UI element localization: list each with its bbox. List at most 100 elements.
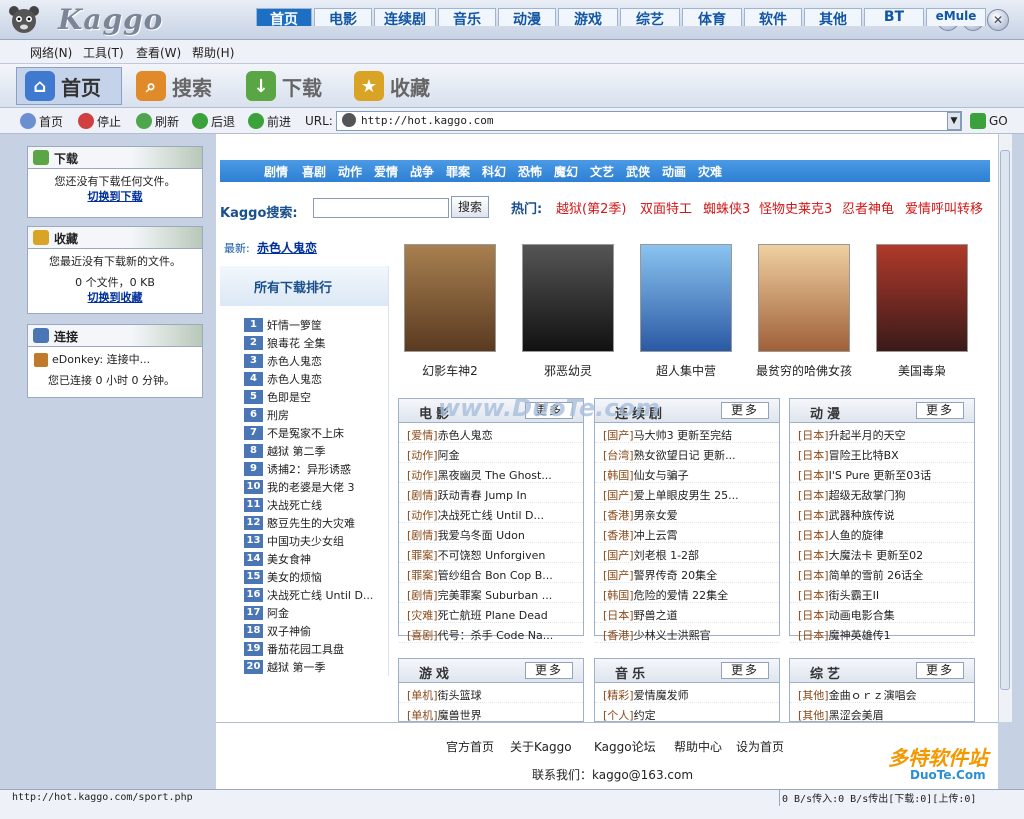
ranking-item[interactable]: 12 憨豆先生的大灾难 [244, 515, 355, 531]
list-item[interactable]: [其他]黑涩会美眉 [790, 703, 974, 721]
cat-tab-home[interactable]: 首页 [256, 8, 312, 28]
cat-tab-series[interactable]: 连续剧 [374, 8, 436, 28]
ranking-item[interactable]: 19 番茄花园工具盘 [244, 641, 344, 657]
subcat-scifi[interactable]: 科幻 [482, 163, 506, 180]
switch-to-download-link[interactable]: 切换到下载 [30, 189, 200, 204]
subcat-romance[interactable]: 爱情 [374, 163, 398, 180]
poster-image[interactable] [876, 244, 968, 352]
item-title[interactable]: 熟女欲望日记 更新... [634, 449, 736, 462]
list-item[interactable]: [动作]黑夜幽灵 The Ghost... [399, 463, 583, 483]
rank-title[interactable]: 决战死亡线 [267, 497, 322, 513]
subcat-drama[interactable]: 剧情 [264, 163, 288, 180]
nav-home-button[interactable]: ⌂ 首页 [16, 67, 122, 105]
list-item[interactable]: [日本]野兽之道 [595, 603, 779, 623]
list-item[interactable]: [韩国]危险的爱情 22集全 [595, 583, 779, 603]
rank-title[interactable]: 越狱 第二季 [267, 443, 326, 459]
nav-download-button[interactable]: ↓ 下载 [246, 67, 322, 105]
item-title[interactable]: 冲上云霄 [634, 529, 678, 542]
poster-title[interactable]: 超人集中营 [626, 362, 746, 379]
list-item[interactable]: [日本]动画电影合集 [790, 603, 974, 623]
menu-tools[interactable]: 工具(T) [83, 44, 124, 61]
list-item[interactable]: [罪案]不可饶恕 Unforgiven [399, 543, 583, 563]
subcat-crime[interactable]: 罪案 [446, 163, 470, 180]
item-title[interactable]: 管纱组合 Bon Cop B... [438, 569, 553, 582]
item-title[interactable]: I'S Pure 更新至03话 [829, 469, 932, 482]
go-button[interactable]: GO [970, 111, 1008, 131]
list-item[interactable]: [日本]人鱼的旋律 [790, 523, 974, 543]
item-title[interactable]: 我爱乌冬面 Udon [438, 529, 525, 542]
rank-title[interactable]: 不是冤家不上床 [267, 425, 344, 441]
list-item[interactable]: [国产]马大帅3 更新至完结 [595, 423, 779, 443]
list-item[interactable]: [日本]超级无敌掌门狗 [790, 483, 974, 503]
subcat-fantasy[interactable]: 魔幻 [554, 163, 578, 180]
cat-tab-movie[interactable]: 电影 [314, 8, 372, 28]
list-item[interactable]: [日本]简单的雪前 26话全 [790, 563, 974, 583]
more-button[interactable]: 更多 [721, 402, 769, 419]
footer-link[interactable]: 关于Kaggo [510, 738, 572, 755]
menu-view[interactable]: 查看(W) [136, 44, 181, 61]
list-item[interactable]: [剧情]跃动青春 Jump In [399, 483, 583, 503]
item-title[interactable]: 刘老根 1-2部 [634, 549, 699, 562]
ranking-item[interactable]: 1 奸情一箩筐 [244, 317, 322, 333]
list-item[interactable]: [韩国]仙女与骗子 [595, 463, 779, 483]
ranking-item[interactable]: 6 刑房 [244, 407, 289, 423]
poster-title[interactable]: 幻影车神2 [390, 362, 510, 379]
toolbar-home-button[interactable]: 首页 [20, 111, 63, 131]
ranking-item[interactable]: 2 狼毒花 全集 [244, 335, 326, 351]
item-title[interactable]: 完美罪案 Suburban ... [438, 589, 553, 602]
menu-help[interactable]: 帮助(H) [192, 44, 234, 61]
item-title[interactable]: 黑涩会美眉 [829, 709, 884, 721]
item-title[interactable]: 跃动青春 Jump In [438, 489, 527, 502]
ranking-item[interactable]: 16 决战死亡线 Until D... [244, 587, 373, 603]
rank-title[interactable]: 狼毒花 全集 [267, 335, 326, 351]
url-input[interactable]: http://hot.kaggo.com [336, 111, 962, 131]
cat-tab-software[interactable]: 软件 [744, 8, 802, 28]
more-button[interactable]: 更多 [721, 662, 769, 679]
list-item[interactable]: [动作]阿金 [399, 443, 583, 463]
item-title[interactable]: 黑夜幽灵 The Ghost... [438, 469, 552, 482]
list-item[interactable]: [单机]街头篮球 [399, 683, 583, 703]
list-item[interactable]: [其他]金曲ｏｒｚ演唱会 [790, 683, 974, 703]
url-dropdown-icon[interactable]: ▼ [947, 112, 961, 130]
subcat-war[interactable]: 战争 [410, 163, 434, 180]
subcat-action[interactable]: 动作 [338, 163, 362, 180]
list-item[interactable]: [剧情]完美罪案 Suburban ... [399, 583, 583, 603]
ranking-item[interactable]: 11 决战死亡线 [244, 497, 322, 513]
list-item[interactable]: [单机]魔兽世界 [399, 703, 583, 721]
footer-link[interactable]: 帮助中心 [674, 738, 722, 755]
ranking-item[interactable]: 18 双子神偷 [244, 623, 311, 639]
item-title[interactable]: 野兽之道 [634, 609, 678, 622]
list-item[interactable]: [国产]刘老根 1-2部 [595, 543, 779, 563]
cat-tab-other[interactable]: 其他 [804, 8, 862, 28]
cat-tab-anime[interactable]: 动漫 [498, 8, 556, 28]
list-item[interactable]: [动作]决战死亡线 Until D... [399, 503, 583, 523]
item-title[interactable]: 代号：杀手 Code Na... [438, 629, 554, 642]
item-title[interactable]: 少林义士洪熙官 [634, 629, 711, 642]
poster-image[interactable] [640, 244, 732, 352]
list-item[interactable]: [国产]警界传奇 20集全 [595, 563, 779, 583]
more-button[interactable]: 更多 [916, 402, 964, 419]
list-item[interactable]: [罪案]管纱组合 Bon Cop B... [399, 563, 583, 583]
rank-title[interactable]: 赤色人鬼恋 [267, 371, 322, 387]
item-title[interactable]: 阿金 [438, 449, 460, 462]
hot-link[interactable]: 忍者神龟 [842, 198, 894, 217]
poster-title[interactable]: 美国毒枭 [862, 362, 982, 379]
switch-to-favorites-link[interactable]: 切换到收藏 [30, 290, 200, 305]
list-item[interactable]: [爱情]赤色人鬼恋 [399, 423, 583, 443]
rank-title[interactable]: 赤色人鬼恋 [267, 353, 322, 369]
list-item[interactable]: [日本]魔神英雄传1 [790, 623, 974, 643]
rank-title[interactable]: 色即是空 [267, 389, 311, 405]
item-title[interactable]: 冒险王比特BX [829, 449, 899, 462]
rank-title[interactable]: 双子神偷 [267, 623, 311, 639]
list-item[interactable]: [香港]少林义士洪熙官 [595, 623, 779, 643]
subcat-comedy[interactable]: 喜剧 [302, 163, 326, 180]
list-item[interactable]: [日本]冒险王比特BX [790, 443, 974, 463]
toolbar-refresh-button[interactable]: 刷新 [136, 111, 179, 131]
subcat-disaster[interactable]: 灾难 [698, 163, 722, 180]
rank-title[interactable]: 阿金 [267, 605, 289, 621]
subcat-animation[interactable]: 动画 [662, 163, 686, 180]
scrollbar-thumb[interactable] [1000, 150, 1010, 690]
rank-title[interactable]: 美女食神 [267, 551, 311, 567]
ranking-item[interactable]: 20 越狱 第一季 [244, 659, 326, 675]
list-item[interactable]: [日本]大魔法卡 更新至02 [790, 543, 974, 563]
